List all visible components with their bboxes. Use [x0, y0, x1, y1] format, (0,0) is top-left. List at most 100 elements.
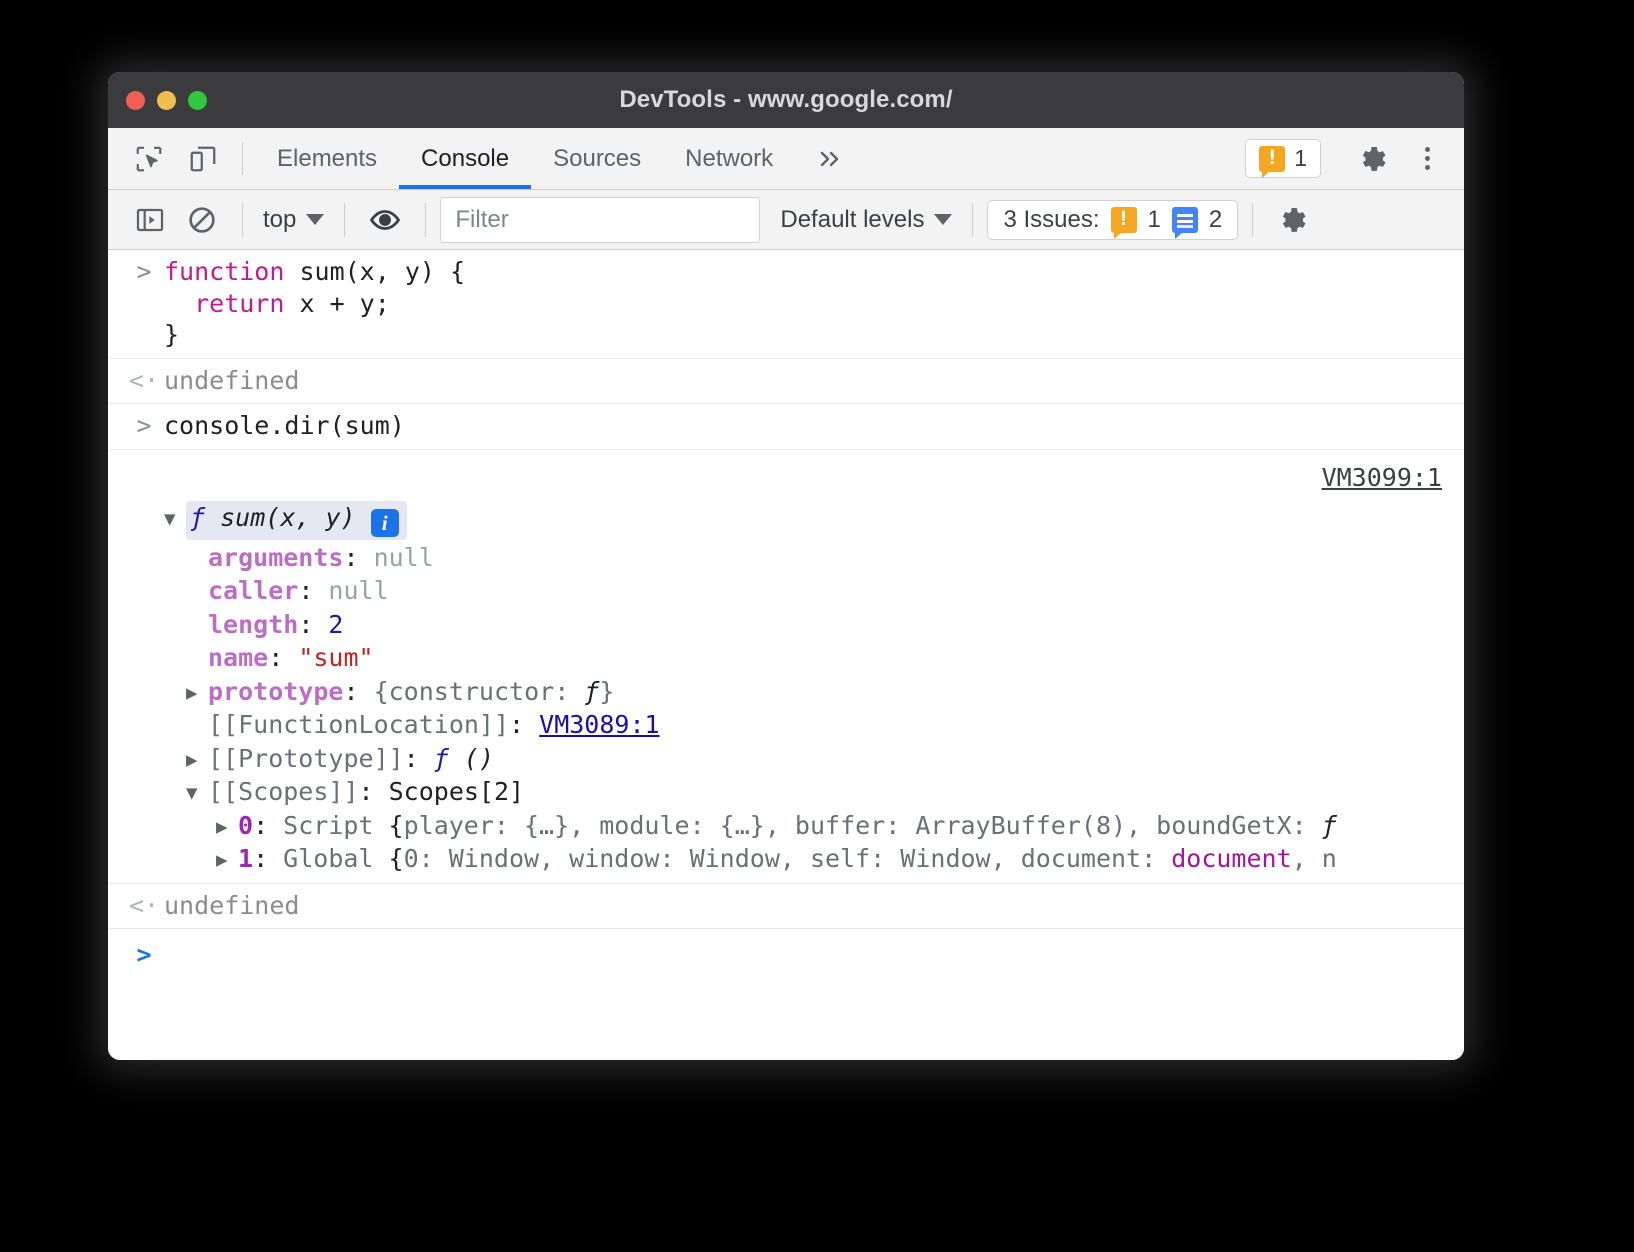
chevron-double-right-icon[interactable] — [795, 128, 865, 189]
scope-preview-open-1: { — [389, 844, 404, 873]
close-window-button[interactable] — [126, 91, 145, 110]
live-expression-icon[interactable] — [359, 190, 411, 250]
source-link-row: VM3099:1 — [108, 456, 1464, 500]
property-name-name: name — [208, 643, 268, 672]
info-badge-icon[interactable]: i — [371, 509, 399, 537]
chevron-down-icon — [306, 214, 324, 225]
output-caret-icon-1: <· — [128, 365, 160, 397]
property-row-scopes[interactable]: ▼[[Scopes]]: Scopes[2] — [164, 775, 1464, 809]
log-levels-select[interactable]: Default levels — [774, 206, 958, 234]
scope-preview-document-value: document — [1171, 844, 1291, 873]
source-link-vm3089[interactable]: VM3089:1 — [539, 710, 659, 739]
issues-button[interactable]: 3 Issues: 1 2 — [987, 200, 1238, 240]
toolbar-divider-4 — [972, 203, 973, 237]
issues-label: 3 Issues: — [1003, 206, 1099, 234]
console-input-code-1: function sum(x, y) { return x + y; } — [108, 256, 1464, 351]
clear-console-icon[interactable] — [176, 190, 228, 250]
more-vertical-icon[interactable] — [1400, 147, 1454, 170]
console-object-result[interactable]: VM3099:1 ▼ƒ sum(x, y) i arguments: null … — [108, 450, 1464, 884]
expand-arrow-root[interactable]: ▼ — [164, 508, 186, 532]
property-row-arguments[interactable]: arguments: null — [164, 541, 1464, 575]
property-name-internal-prototype: [[Prototype]] — [208, 744, 404, 773]
devtools-window: DevTools - www.google.com/ Elements — [108, 72, 1464, 1060]
property-name-scopes: [[Scopes]] — [208, 777, 359, 806]
console-settings-gear-icon[interactable] — [1267, 190, 1319, 250]
function-header-chip[interactable]: ƒ sum(x, y) i — [186, 501, 407, 540]
source-link-vm3099[interactable]: VM3099:1 — [1322, 462, 1442, 494]
scope-preview-entries-1b: , n — [1292, 844, 1337, 873]
property-sep-scopes: : — [359, 777, 389, 806]
expand-arrow-scopes[interactable]: ▼ — [186, 782, 208, 806]
output-caret-icon-2: <· — [128, 890, 160, 922]
inspect-cursor-icon[interactable] — [122, 128, 176, 189]
device-toolbar-icon[interactable] — [176, 128, 230, 189]
warning-icon — [1259, 146, 1285, 172]
console-sidebar-icon[interactable] — [124, 190, 176, 250]
console-input-code-2: console.dir(sum) — [108, 410, 1464, 442]
expand-arrow-scope-0[interactable]: ▶ — [216, 816, 238, 840]
tab-sources[interactable]: Sources — [531, 128, 663, 189]
window-titlebar: DevTools - www.google.com/ — [108, 72, 1464, 128]
execution-context-select[interactable]: top — [257, 206, 330, 234]
property-sep-name: : — [268, 643, 298, 672]
property-row-caller[interactable]: caller: null — [164, 574, 1464, 608]
scope-index-0: 0 — [238, 811, 253, 840]
function-glyph-icon: ƒ — [190, 503, 205, 532]
tab-console-label: Console — [421, 145, 509, 173]
tabbar-divider — [242, 142, 243, 175]
console-output-value-2: undefined — [108, 890, 1464, 922]
scope-kind-1: Global — [283, 844, 388, 873]
maximize-window-button[interactable] — [188, 91, 207, 110]
property-value-arguments: null — [374, 543, 434, 572]
minimize-window-button[interactable] — [157, 91, 176, 110]
property-row-length[interactable]: length: 2 — [164, 608, 1464, 642]
input-caret-icon-2: > — [128, 410, 160, 442]
tab-network[interactable]: Network — [663, 128, 795, 189]
toolbar-divider-2 — [344, 203, 345, 237]
object-property-tree: ▼ƒ sum(x, y) i arguments: null caller: n… — [108, 500, 1464, 876]
expand-arrow-scope-1[interactable]: ▶ — [216, 849, 238, 873]
expand-arrow-prototype[interactable]: ▶ — [186, 682, 208, 706]
toolbar-divider-3 — [425, 203, 426, 237]
code-keyword-function: function — [164, 257, 284, 286]
gear-icon[interactable] — [1346, 143, 1400, 175]
console-input-message-2[interactable]: > console.dir(sum) — [108, 404, 1464, 450]
property-row-name[interactable]: name: "sum" — [164, 641, 1464, 675]
tab-sources-label: Sources — [553, 145, 641, 173]
property-name-function-location: [[FunctionLocation]] — [208, 710, 509, 739]
execution-context-label: top — [263, 206, 296, 234]
console-message-list[interactable]: > function sum(x, y) { return x + y; } <… — [108, 250, 1464, 1060]
devtools-tabbar: Elements Console Sources Network — [108, 128, 1464, 190]
property-sep-prototype: : — [343, 677, 373, 706]
filter-input[interactable] — [455, 206, 745, 234]
issues-info-count: 2 — [1209, 206, 1222, 234]
tab-console[interactable]: Console — [399, 128, 531, 189]
property-value-prototype-pre: {constructor: — [374, 677, 585, 706]
tab-elements[interactable]: Elements — [255, 128, 399, 189]
screenshot-root: DevTools - www.google.com/ Elements — [0, 0, 1634, 1252]
code-closing-brace: } — [164, 320, 179, 349]
property-name-length: length — [208, 610, 298, 639]
log-levels-label: Default levels — [780, 206, 924, 234]
property-row-function-location[interactable]: [[FunctionLocation]]: VM3089:1 — [164, 708, 1464, 742]
warning-count-button[interactable]: 1 — [1245, 139, 1321, 178]
scope-preview-entries-1a: 0: Window, window: Window, self: Window,… — [404, 844, 1172, 873]
code-return-expr: x + y; — [284, 289, 389, 318]
console-prompt-row[interactable]: > — [108, 929, 1464, 941]
property-row-internal-prototype[interactable]: ▶[[Prototype]]: ƒ () — [164, 742, 1464, 776]
input-caret-icon-1: > — [128, 256, 160, 288]
constructor-function-glyph-icon: ƒ — [584, 677, 599, 706]
property-row-prototype[interactable]: ▶prototype: {constructor: ƒ} — [164, 675, 1464, 709]
warning-count-label: 1 — [1294, 145, 1307, 172]
property-sep-function-location: : — [509, 710, 539, 739]
console-input-message-1[interactable]: > function sum(x, y) { return x + y; } — [108, 250, 1464, 359]
expand-arrow-internal-prototype[interactable]: ▶ — [186, 749, 208, 773]
property-sep-length: : — [298, 610, 328, 639]
prototype-function-parens: () — [449, 744, 494, 773]
console-output-value-1: undefined — [108, 365, 1464, 397]
scope-row-1[interactable]: ▶1: Global {0: Window, window: Window, s… — [164, 842, 1464, 876]
filter-input-wrapper[interactable] — [440, 197, 760, 243]
scope-row-0[interactable]: ▶0: Script {player: {…}, module: {…}, bu… — [164, 809, 1464, 843]
property-name-caller: caller — [208, 576, 298, 605]
object-header-row[interactable]: ▼ƒ sum(x, y) i — [164, 500, 1464, 541]
